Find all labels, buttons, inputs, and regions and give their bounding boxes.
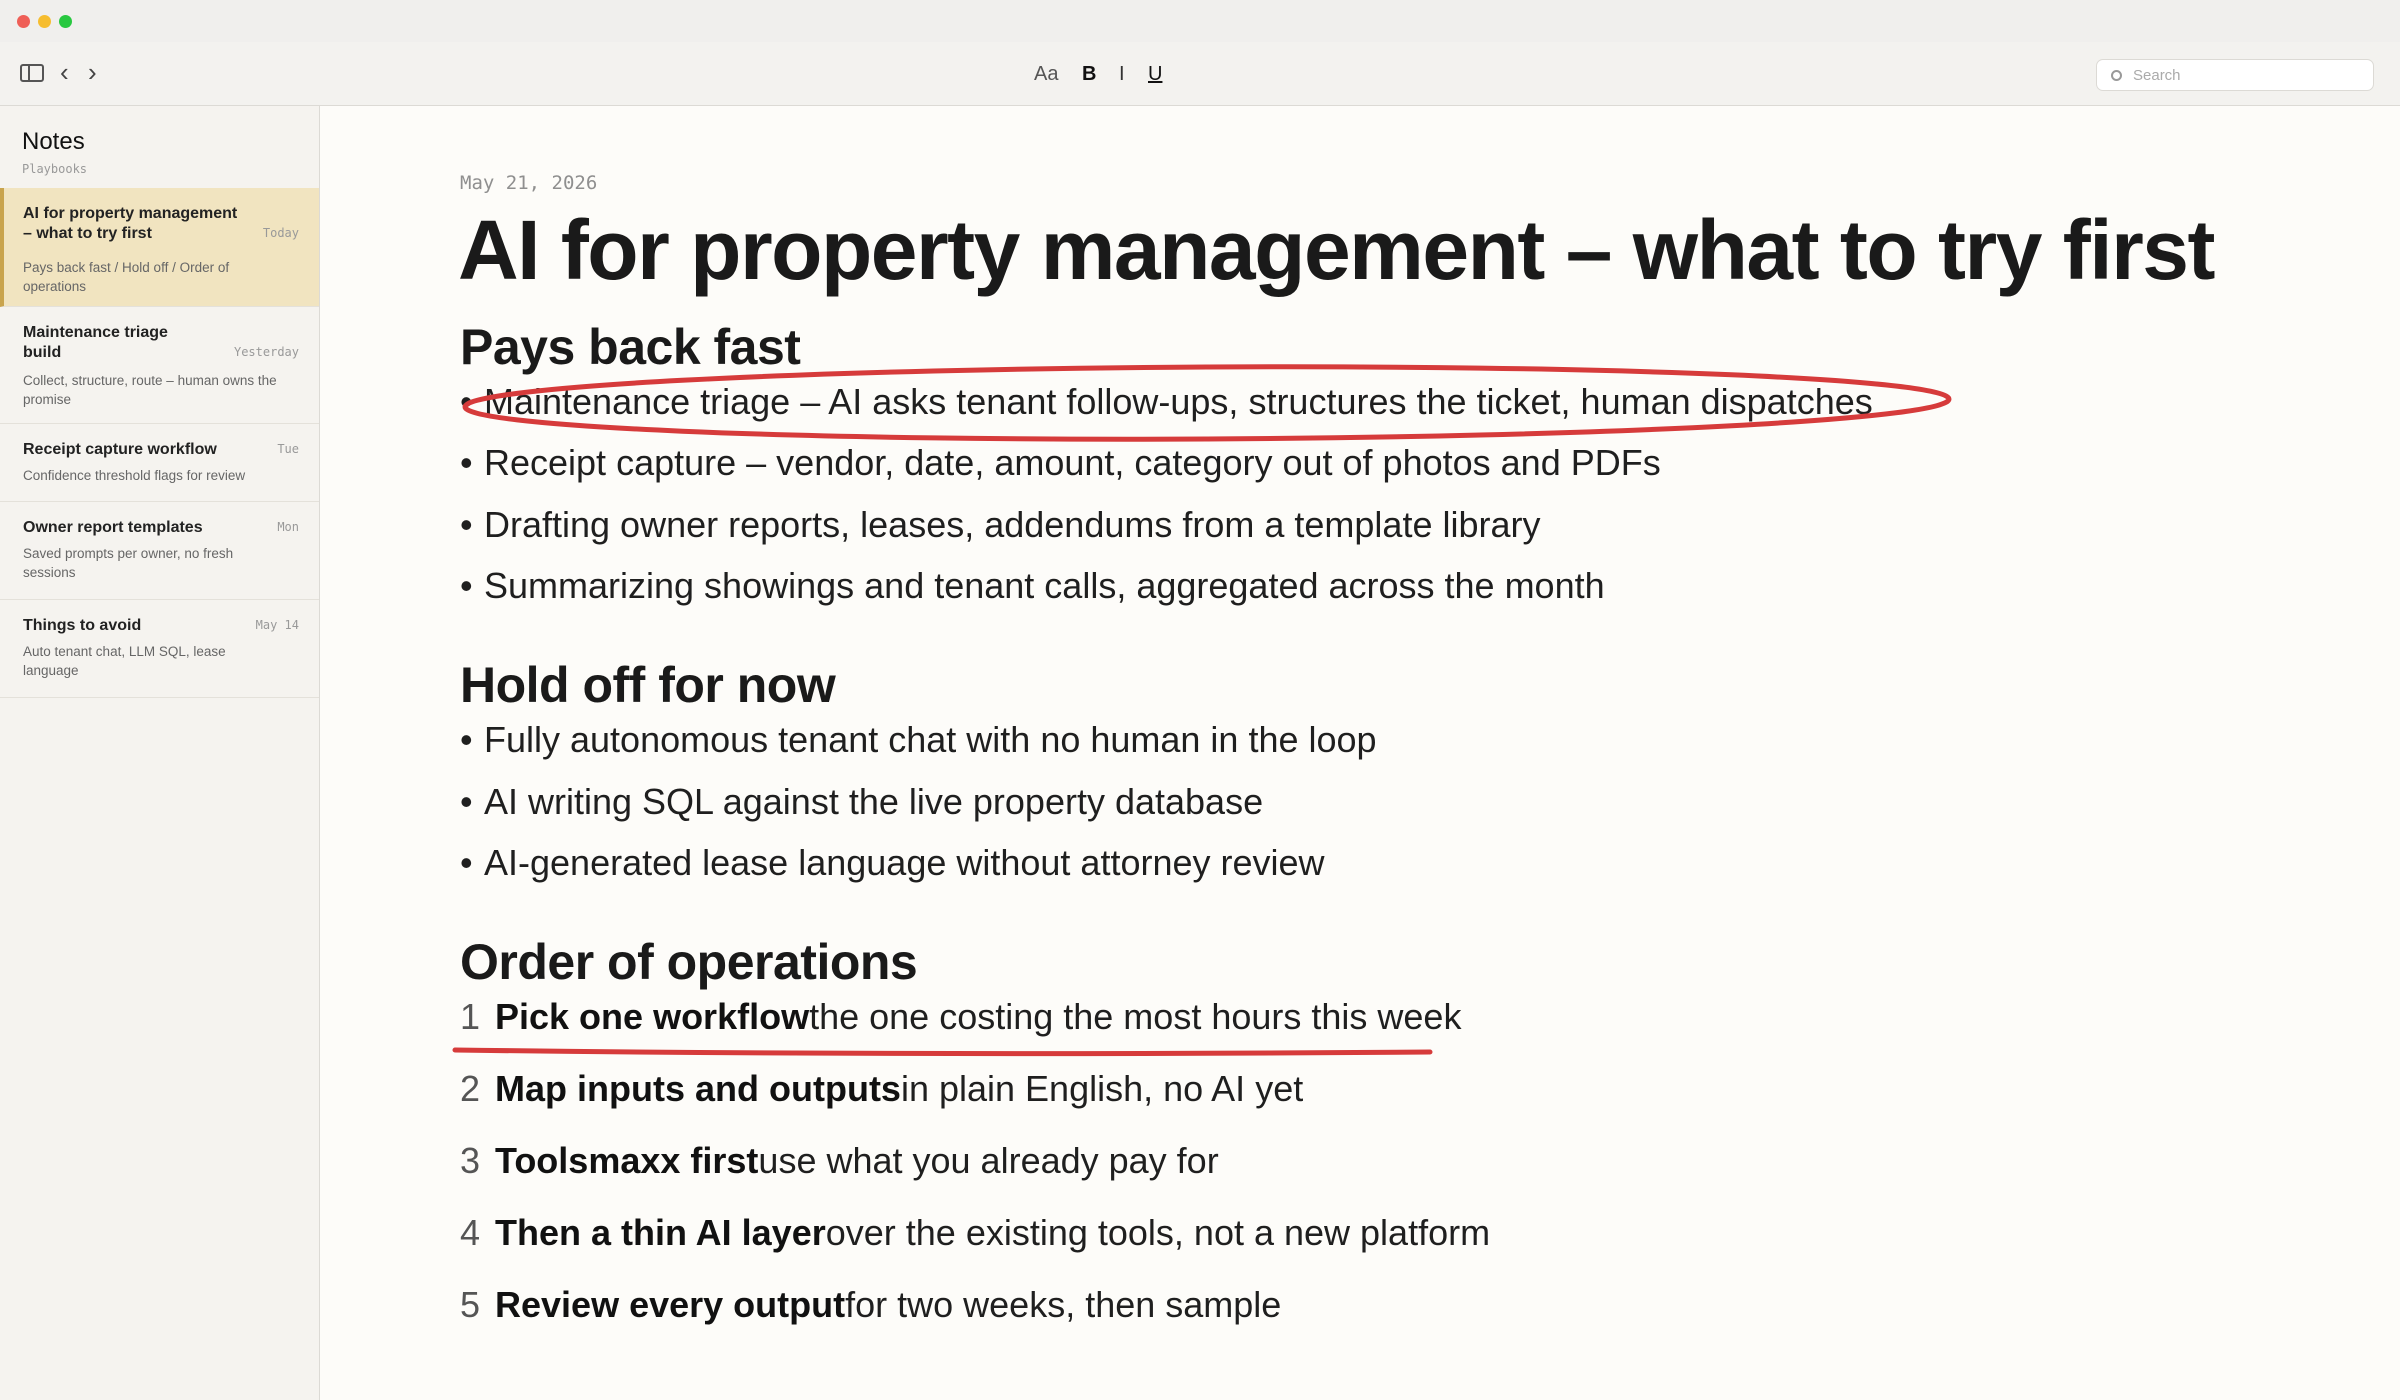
bullet-text: Summarizing showings and tenant calls, a… bbox=[484, 565, 1605, 606]
section-heading: Order of operations bbox=[460, 934, 918, 990]
note-snippet: Auto tenant chat, LLM SQL, lease languag… bbox=[23, 644, 226, 678]
note-date: Mon bbox=[277, 520, 299, 534]
note-title: Things to avoid bbox=[23, 617, 142, 634]
zoom-window-button[interactable] bbox=[59, 15, 72, 28]
step-detail: over the existing tools, not a new platf… bbox=[825, 1212, 1491, 1253]
bullet-item: • AI writing SQL against the live propert… bbox=[460, 781, 1263, 823]
bullet-text: Maintenance triage – AI asks tenant foll… bbox=[484, 381, 1873, 422]
step-number: 5 bbox=[460, 1284, 481, 1325]
step-title: Map inputs and outputs bbox=[495, 1068, 901, 1109]
step-number: 4 bbox=[460, 1212, 481, 1253]
bullet-text: Fully autonomous tenant chat with no hum… bbox=[484, 719, 1377, 760]
note-title: AI for property management – what to try… bbox=[23, 205, 238, 242]
search-icon bbox=[2111, 70, 2122, 81]
bullet-text: AI writing SQL against the live property… bbox=[484, 781, 1264, 822]
step-detail: the one costing the most hours this week bbox=[809, 996, 1462, 1037]
note-title-heading: AI for property management – what to try… bbox=[458, 203, 2215, 297]
bullet-item: • Summarizing showings and tenant calls, … bbox=[460, 565, 1605, 607]
note-date: May 14 bbox=[255, 618, 299, 632]
bullet-dot: • bbox=[460, 504, 473, 545]
step-title: Pick one workflow bbox=[495, 996, 810, 1037]
bold-button[interactable]: B bbox=[1082, 62, 1096, 86]
bullet-dot: • bbox=[460, 442, 473, 483]
note-list-item[interactable]: Receipt capture workflow Tue Confidence … bbox=[0, 424, 319, 502]
bullet-item: • Maintenance triage – AI asks tenant fol… bbox=[460, 381, 1873, 423]
bullet-item: • Receipt capture – vendor, date, amount,… bbox=[460, 442, 1661, 484]
note-date: Today bbox=[262, 226, 299, 240]
toolbar: ‹ › Aa B I U bbox=[0, 42, 2400, 106]
sidebar-folder-name: Playbooks bbox=[22, 162, 88, 176]
numbered-step: 3 Toolsmaxx firstuse what you already pay… bbox=[460, 1140, 1219, 1182]
bullet-text: Receipt capture – vendor, date, amount, … bbox=[484, 442, 1661, 483]
step-title: Toolsmaxx first bbox=[495, 1140, 759, 1181]
note-snippet: Confidence threshold flags for review bbox=[23, 468, 246, 483]
step-detail: for two weeks, then sample bbox=[845, 1284, 1282, 1325]
bullet-item: • AI-generated lease language without att… bbox=[460, 842, 1325, 884]
window-title-bar bbox=[0, 0, 2400, 42]
note-list: AI for property management – what to try… bbox=[0, 188, 319, 698]
italic-button[interactable]: I bbox=[1119, 62, 1125, 86]
step-number: 1 bbox=[460, 996, 481, 1037]
numbered-step: 4 Then a thin AI layerover the existing t… bbox=[460, 1212, 1490, 1254]
step-title: Then a thin AI layer bbox=[495, 1212, 826, 1253]
note-date: Yesterday bbox=[233, 345, 299, 359]
bullet-dot: • bbox=[460, 842, 473, 883]
bullet-dot: • bbox=[460, 381, 473, 422]
back-button[interactable]: ‹ bbox=[60, 56, 69, 88]
search-box bbox=[2096, 59, 2374, 91]
step-number: 3 bbox=[460, 1140, 481, 1181]
sidebar-title: Notes bbox=[22, 128, 85, 155]
numbered-step: 1 Pick one workflowthe one costing the mo… bbox=[460, 996, 1461, 1038]
bullet-text: AI-generated lease language without atto… bbox=[484, 842, 1325, 883]
note-date-header: May 21, 2026 bbox=[460, 172, 598, 194]
bullet-item: • Fully autonomous tenant chat with no hu… bbox=[460, 719, 1377, 761]
step-title: Review every output bbox=[495, 1284, 846, 1325]
notes-sidebar: Notes Playbooks AI for property manageme… bbox=[0, 106, 320, 1400]
note-snippet: Collect, structure, route – human owns t… bbox=[23, 373, 277, 407]
bullet-item: • Drafting owner reports, leases, addendu… bbox=[460, 504, 1540, 546]
note-list-item[interactable]: Maintenance triage build Yesterday Colle… bbox=[0, 307, 319, 424]
underline-button[interactable]: U bbox=[1148, 62, 1162, 86]
note-title: Receipt capture workflow bbox=[23, 441, 217, 458]
step-detail: use what you already pay for bbox=[758, 1140, 1219, 1181]
minimize-window-button[interactable] bbox=[38, 15, 51, 28]
note-snippet: Pays back fast / Hold off / Order of ope… bbox=[23, 260, 230, 294]
note-date: Tue bbox=[277, 442, 299, 456]
note-list-item[interactable]: Owner report templates Mon Saved prompts… bbox=[0, 502, 319, 600]
bullet-dot: • bbox=[460, 565, 473, 606]
numbered-step: 2 Map inputs and outputsin plain English,… bbox=[460, 1068, 1303, 1110]
note-list-item[interactable]: Things to avoid May 14 Auto tenant chat,… bbox=[0, 600, 319, 698]
note-snippet: Saved prompts per owner, no fresh sessio… bbox=[23, 546, 234, 580]
step-number: 2 bbox=[460, 1068, 481, 1109]
bullet-dot: • bbox=[460, 719, 473, 760]
sidebar-toggle-icon[interactable] bbox=[20, 64, 44, 82]
search-input[interactable] bbox=[2133, 63, 2363, 87]
step-detail: in plain English, no AI yet bbox=[900, 1068, 1304, 1109]
forward-button[interactable]: › bbox=[88, 56, 97, 88]
section-heading: Hold off for now bbox=[460, 657, 836, 713]
close-window-button[interactable] bbox=[17, 15, 30, 28]
note-title: Maintenance triage build bbox=[23, 324, 168, 361]
note-title: Owner report templates bbox=[23, 519, 203, 536]
note-editor[interactable]: May 21, 2026 AI for property management … bbox=[321, 106, 2400, 1400]
note-list-item[interactable]: AI for property management – what to try… bbox=[0, 188, 319, 307]
font-style-button[interactable]: Aa bbox=[1034, 62, 1058, 86]
bullet-text: Drafting owner reports, leases, addendum… bbox=[484, 504, 1541, 545]
bullet-dot: • bbox=[460, 781, 473, 822]
section-heading: Pays back fast bbox=[460, 319, 801, 375]
numbered-step: 5 Review every outputfor two weeks, then … bbox=[460, 1284, 1281, 1326]
